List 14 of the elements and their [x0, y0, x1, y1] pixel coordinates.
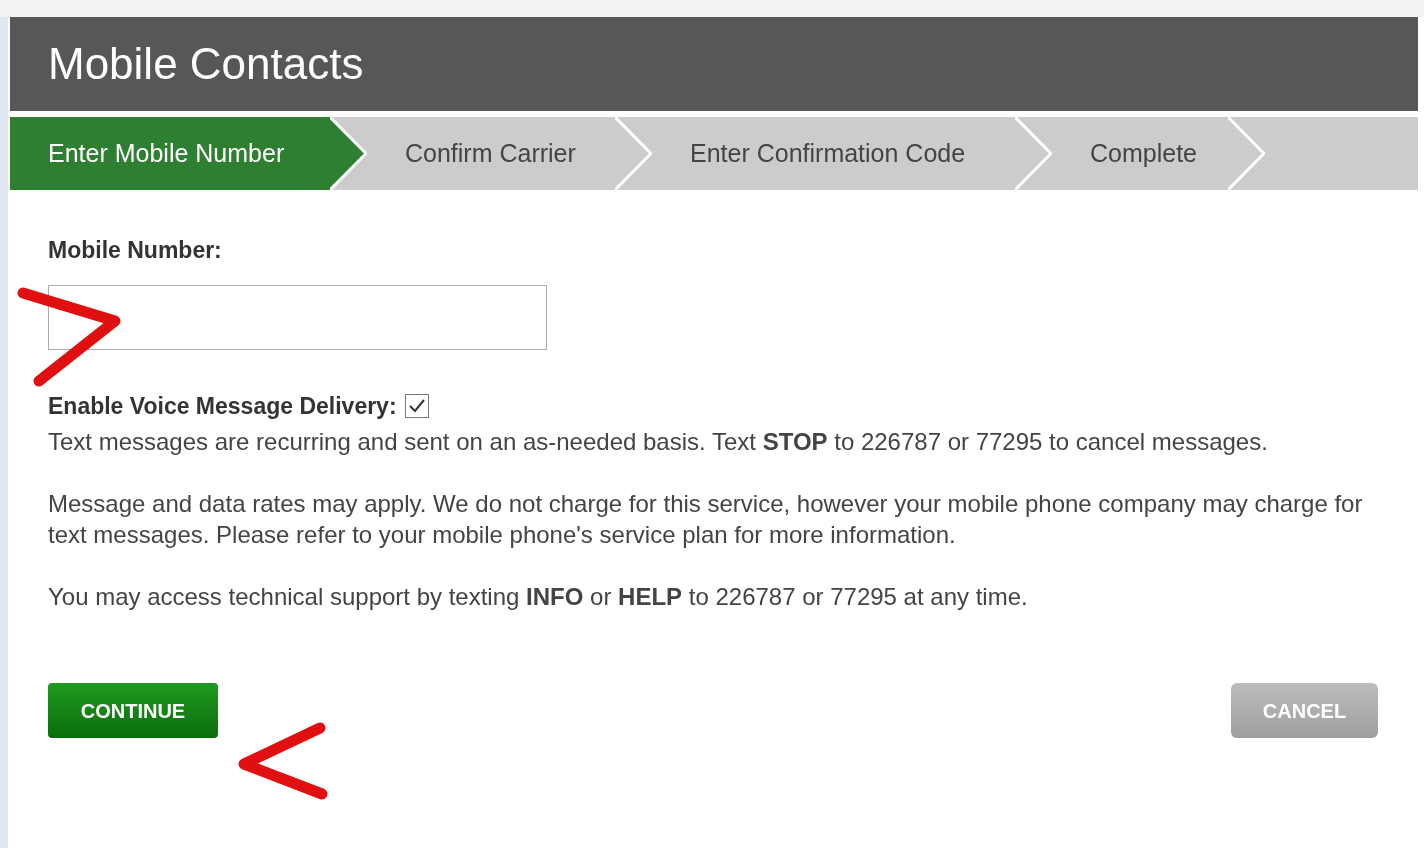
voice-delivery-checkbox[interactable] [404, 394, 429, 418]
chevron-icon [615, 117, 652, 190]
chevron-icon [330, 117, 367, 190]
info-paragraph: You may access technical support by texting INFO or HELP to 226787 or 77295 at any time. [48, 582, 1029, 612]
mobile-number-field[interactable] [48, 285, 547, 350]
chevron-icon [1015, 117, 1052, 190]
info-paragraph: Text messages are recurring and sent on an as-needed basis. Text STOP to 226787 or 77295 to cancel messages. [48, 427, 1269, 457]
field-label: Mobile Number: [48, 236, 223, 264]
checkmark-icon [407, 398, 426, 414]
info-paragraph: Message and data rates may apply. We do not charge for this service, however your mobile phone company may charge for text messages. Please refer to your mobile phone's service plan for more information. [48, 489, 1364, 550]
continue-button[interactable]: CONTINUE [48, 683, 218, 738]
checkbox-label: Enable Voice Message Delivery: [48, 392, 397, 420]
page-title: Mobile Contacts [48, 42, 364, 86]
chevron-icon [1228, 117, 1265, 190]
